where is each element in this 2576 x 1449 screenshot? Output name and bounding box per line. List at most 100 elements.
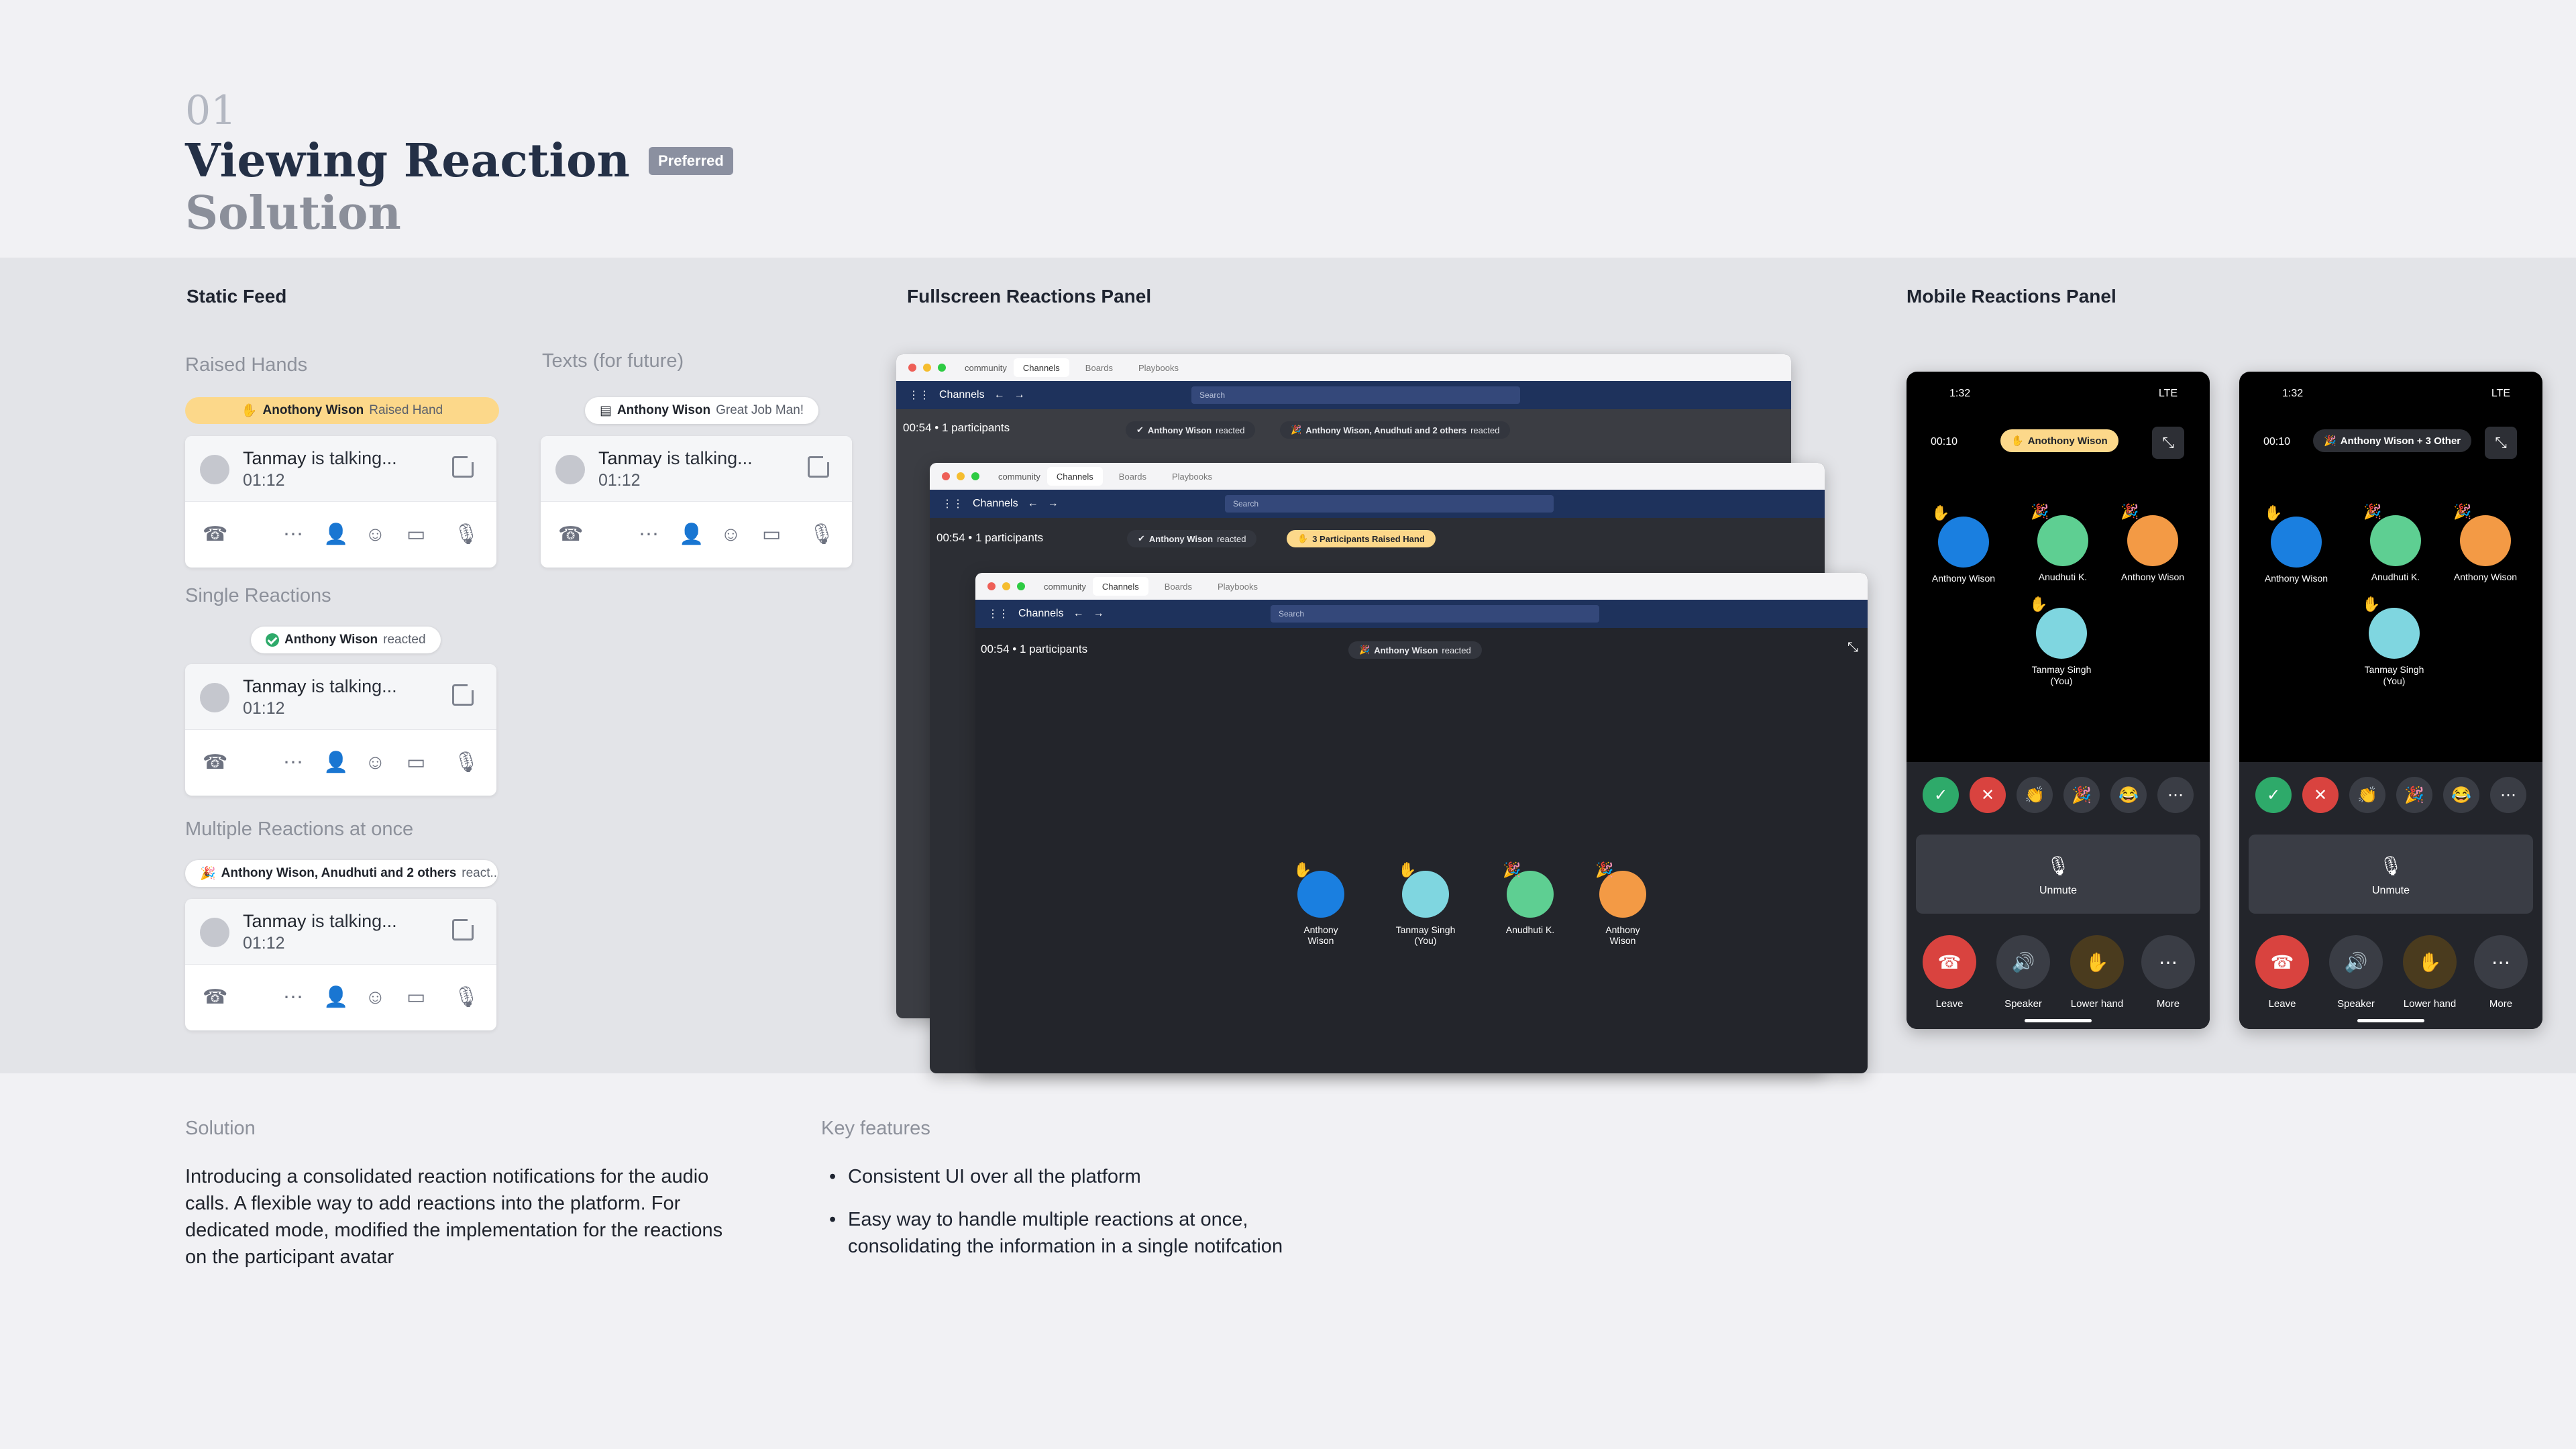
participants-icon[interactable]: 👤 xyxy=(323,751,348,774)
clap-reaction[interactable]: 👏 xyxy=(2349,777,2385,813)
home-indicator[interactable] xyxy=(2357,1019,2424,1022)
more-reactions[interactable]: ⋯ xyxy=(2157,777,2194,813)
popout-icon[interactable] xyxy=(452,682,476,706)
cross-reaction[interactable]: ✕ xyxy=(1970,777,2006,813)
app-name[interactable]: community xyxy=(998,472,1040,482)
lower-hand-button[interactable]: ✋ Lower hand xyxy=(2063,935,2131,1010)
cross-reaction[interactable]: ✕ xyxy=(2302,777,2339,813)
grid-icon[interactable]: ⋮⋮ xyxy=(987,607,1009,621)
participants-icon[interactable]: 👤 xyxy=(323,986,348,1009)
search-input[interactable]: Search xyxy=(1271,605,1599,623)
grid-icon[interactable]: ⋮⋮ xyxy=(942,497,963,511)
reaction-icon[interactable]: ☺ xyxy=(720,523,741,546)
nav-title: Channels xyxy=(939,389,985,400)
maximize-dot[interactable] xyxy=(938,364,946,372)
collapse-icon[interactable]: ⤡ xyxy=(1847,640,1858,655)
grid-icon[interactable]: ⋮⋮ xyxy=(908,388,930,402)
tab-boards[interactable]: Boards xyxy=(1155,577,1201,596)
more-reactions[interactable]: ⋯ xyxy=(2490,777,2526,813)
screen-share-icon[interactable]: ▭ xyxy=(407,523,425,546)
maximize-dot[interactable] xyxy=(1017,582,1025,590)
speaker-name: Tanmay xyxy=(243,676,307,696)
close-dot[interactable] xyxy=(987,582,996,590)
screen-share-icon[interactable]: ▭ xyxy=(762,523,781,546)
check-reaction[interactable]: ✓ xyxy=(1923,777,1959,813)
home-indicator[interactable] xyxy=(2025,1019,2092,1022)
check-reaction[interactable]: ✓ xyxy=(2255,777,2292,813)
tab-playbooks[interactable]: Playbooks xyxy=(1129,358,1188,377)
minimize-dot[interactable] xyxy=(923,364,931,372)
unmute-button[interactable]: 🎙 Unmute xyxy=(1916,835,2200,914)
leave-button[interactable]: ☎ Leave xyxy=(2249,935,2316,1010)
more-icon[interactable]: ⋯ xyxy=(283,751,303,774)
party-reaction[interactable]: 🎉 xyxy=(2063,777,2100,813)
close-dot[interactable] xyxy=(942,472,950,480)
speaker-name: Tanmay xyxy=(243,448,307,468)
app-name[interactable]: community xyxy=(1044,582,1086,592)
mic-icon[interactable]: 🎙 xyxy=(453,751,479,774)
tab-channels[interactable]: Channels xyxy=(1092,577,1148,596)
reaction-icon[interactable]: ☺ xyxy=(365,523,386,546)
more-icon[interactable]: ⋯ xyxy=(639,523,659,546)
more-button[interactable]: ⋯ More xyxy=(2135,935,2202,1010)
mic-icon[interactable]: 🎙 xyxy=(809,523,835,546)
search-input[interactable]: Search xyxy=(1191,386,1520,404)
pill-name: Anthony Wison xyxy=(616,403,711,417)
page-subtitle: Solution xyxy=(185,186,401,240)
multiple-reactions-label: Multiple Reactions at once xyxy=(185,818,414,840)
minimize-dot[interactable] xyxy=(957,472,965,480)
tab-playbooks[interactable]: Playbooks xyxy=(1208,577,1267,596)
call-time: 01:12 xyxy=(243,471,285,490)
more-icon[interactable]: ⋯ xyxy=(283,986,303,1009)
speaker-status: is talking... xyxy=(667,448,753,468)
search-input[interactable]: Search xyxy=(1225,495,1554,513)
clap-reaction[interactable]: 👏 xyxy=(2017,777,2053,813)
maximize-dot[interactable] xyxy=(971,472,979,480)
screen-share-icon[interactable]: ▭ xyxy=(407,751,425,774)
participants-icon[interactable]: 👤 xyxy=(679,523,704,546)
participants-icon[interactable]: 👤 xyxy=(323,523,348,546)
forward-icon[interactable]: → xyxy=(1048,498,1059,510)
popout-icon[interactable] xyxy=(452,454,476,478)
tab-boards[interactable]: Boards xyxy=(1110,467,1156,486)
hangup-icon[interactable]: ☎ xyxy=(558,523,583,546)
key-features-list: Consistent UI over all the platform Easy… xyxy=(829,1163,1312,1276)
back-icon[interactable]: ← xyxy=(1073,608,1084,620)
popout-icon[interactable] xyxy=(808,454,831,478)
tab-playbooks[interactable]: Playbooks xyxy=(1163,467,1222,486)
tab-boards[interactable]: Boards xyxy=(1076,358,1122,377)
mic-icon[interactable]: 🎙 xyxy=(453,986,479,1009)
forward-icon[interactable]: → xyxy=(1093,608,1104,620)
unmute-button[interactable]: 🎙 Unmute xyxy=(2249,835,2533,914)
hangup-icon[interactable]: ☎ xyxy=(203,986,227,1009)
reaction-icon[interactable]: ☺ xyxy=(365,986,386,1009)
hangup-icon[interactable]: ☎ xyxy=(203,751,227,774)
minimize-icon[interactable]: ⤡ xyxy=(2152,427,2184,459)
status-time: 1:32 xyxy=(1949,388,1971,399)
leave-button[interactable]: ☎ Leave xyxy=(1916,935,1983,1010)
more-icon[interactable]: ⋯ xyxy=(283,523,303,546)
reaction-icon[interactable]: ☺ xyxy=(365,751,386,774)
app-name[interactable]: community xyxy=(965,363,1007,373)
minimize-dot[interactable] xyxy=(1002,582,1010,590)
back-icon[interactable]: ← xyxy=(994,389,1005,401)
minimize-icon[interactable]: ⤡ xyxy=(2485,427,2517,459)
laugh-reaction[interactable]: 😂 xyxy=(2110,777,2147,813)
close-dot[interactable] xyxy=(908,364,916,372)
more-button[interactable]: ⋯ More xyxy=(2467,935,2534,1010)
speaker-button[interactable]: 🔊 Speaker xyxy=(1990,935,2057,1010)
hangup-icon[interactable]: ☎ xyxy=(203,523,227,546)
mic-icon[interactable]: 🎙 xyxy=(453,523,479,546)
speaker-button[interactable]: 🔊 Speaker xyxy=(2322,935,2390,1010)
party-reaction[interactable]: 🎉 xyxy=(2396,777,2432,813)
tab-channels[interactable]: Channels xyxy=(1046,467,1103,486)
back-icon[interactable]: ← xyxy=(1028,498,1038,510)
lower-hand-button[interactable]: ✋ Lower hand xyxy=(2396,935,2463,1010)
laugh-reaction[interactable]: 😂 xyxy=(2443,777,2479,813)
text-pill: ▤ Anthony Wison Great Job Man! xyxy=(585,397,819,424)
forward-icon[interactable]: → xyxy=(1014,389,1025,401)
popout-icon[interactable] xyxy=(452,917,476,941)
screen-share-icon[interactable]: ▭ xyxy=(407,986,425,1009)
tab-channels[interactable]: Channels xyxy=(1013,358,1069,377)
call-card-single: Tanmay is talking... 01:12 ☎ ⋯ 👤 ☺ ▭ 🎙 xyxy=(185,664,496,796)
